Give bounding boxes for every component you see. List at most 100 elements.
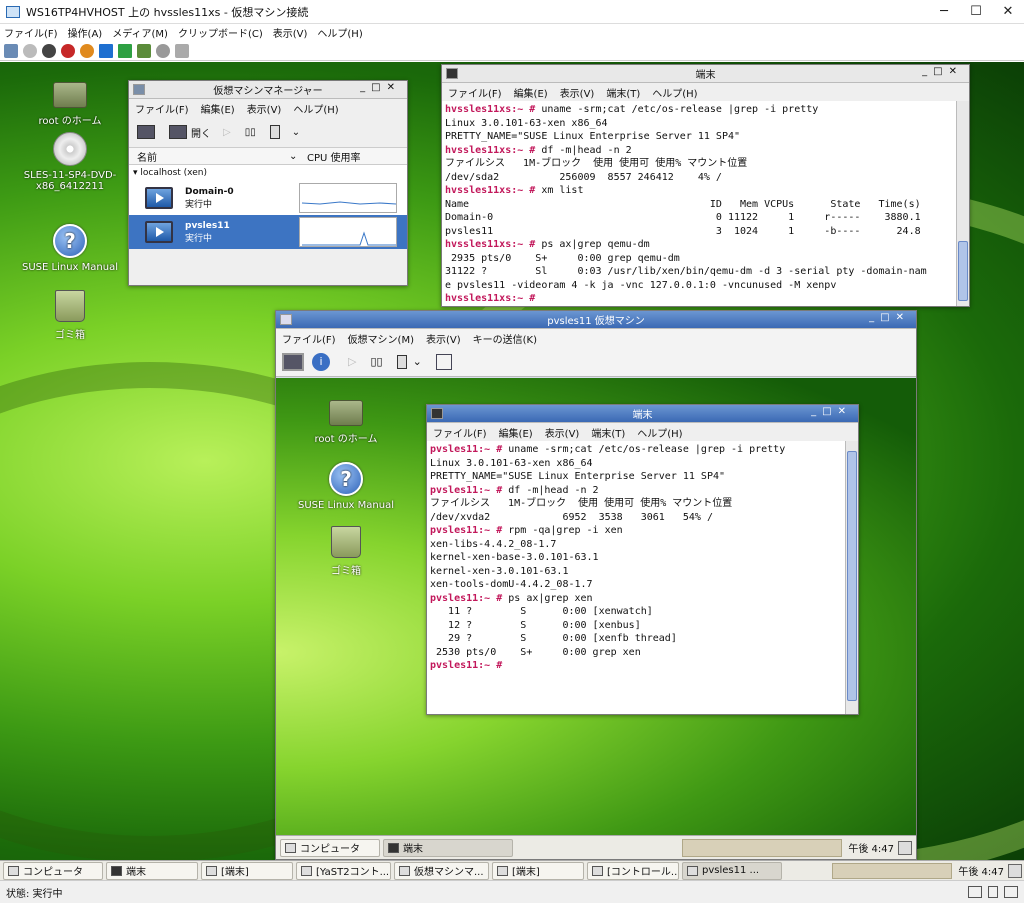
desktop-icon-manual[interactable]: ? SUSE Linux Manual [20, 224, 120, 273]
clock[interactable]: 午後 4:47 [958, 863, 1004, 878]
task-terminal-2[interactable]: [端末] [201, 861, 293, 880]
task-pvsles11[interactable]: pvsles11 ... [682, 861, 782, 880]
window-controls[interactable]: _□✕ [811, 406, 852, 417]
menu-file[interactable]: ファイル(F) [433, 425, 487, 440]
show-desktop-icon[interactable] [898, 840, 912, 855]
maximize-button[interactable]: ☐ [960, 4, 992, 19]
desktop-icon-home[interactable]: root のホーム [296, 400, 396, 445]
task-computer[interactable]: コンピュータ [280, 838, 380, 857]
desktop-icon-home[interactable]: root のホーム [20, 82, 120, 127]
fullscreen-icon[interactable] [435, 353, 452, 370]
chevron-down-icon[interactable]: ⌄ [289, 151, 297, 162]
guest-desktop[interactable]: root のホーム SLES-11-SP4-DVD-x86_6412211 ? S… [0, 62, 1024, 860]
power-icon[interactable] [269, 125, 280, 139]
host-terminal-window[interactable]: 端末 _□✕ ファイル(F) 編集(E) 表示(V) 端末(T) ヘルプ(H) … [441, 64, 970, 307]
column-cpu[interactable]: CPU 使用率 [297, 149, 361, 164]
info-icon[interactable]: i [312, 352, 330, 371]
checkpoint-icon[interactable] [137, 43, 151, 58]
vmm-titlebar[interactable]: 仮想マシンマネージャー _□✕ [129, 81, 407, 99]
vm-viewer-titlebar[interactable]: pvsles11 仮想マシン _□✕ [276, 311, 916, 329]
task-terminal-3[interactable]: [端末] [492, 861, 584, 880]
menu-edit[interactable]: 編集(E) [201, 101, 235, 116]
desktop-icon-dvd[interactable]: SLES-11-SP4-DVD-x86_6412211 [20, 132, 120, 192]
menu-help[interactable]: ヘルプ(H) [652, 85, 697, 100]
tray-icons[interactable] [832, 862, 953, 879]
vm-row-domain0[interactable]: Domain-0 実行中 [129, 181, 407, 215]
enhanced-session-icon[interactable] [175, 43, 189, 58]
monitor-icon[interactable] [169, 125, 187, 139]
ctrl-alt-del-icon[interactable] [4, 43, 18, 58]
clock[interactable]: 午後 4:47 [848, 840, 894, 855]
pause-icon[interactable]: ▯▯ [245, 127, 256, 138]
menu-view[interactable]: 表示(V) [426, 331, 461, 346]
minimize-button[interactable]: ─ [928, 4, 960, 19]
vm-screen[interactable]: root のホーム ? SUSE Linux Manual ゴミ箱 端末 _□✕ … [276, 378, 916, 835]
menu-edit[interactable]: 編集(E) [514, 85, 548, 100]
shutdown-icon[interactable] [61, 43, 75, 58]
menu-file[interactable]: ファイル(F) [4, 25, 58, 40]
menu-view[interactable]: 表示(V) [247, 101, 282, 116]
close-button[interactable]: ✕ [992, 4, 1024, 19]
vm-row-pvsles11[interactable]: pvsles11 実行中 [129, 215, 407, 249]
vmm-window[interactable]: 仮想マシンマネージャー _□✕ ファイル(F) 編集(E) 表示(V) ヘルプ(… [128, 80, 408, 286]
window-controls[interactable]: _□✕ [360, 82, 401, 93]
task-vmm[interactable]: 仮想マシンマ... [394, 861, 489, 880]
tray-icons[interactable] [682, 838, 843, 857]
resume-icon[interactable] [118, 43, 132, 58]
chevron-down-icon[interactable]: ⌄ [292, 127, 300, 138]
new-vm-icon[interactable] [137, 125, 155, 139]
menu-action[interactable]: 操作(A) [68, 25, 103, 40]
console-icon[interactable] [282, 352, 304, 371]
window-controls[interactable]: _□✕ [922, 66, 963, 77]
desktop-icon-manual[interactable]: ? SUSE Linux Manual [296, 462, 396, 511]
task-yast[interactable]: [YaST2コント... [296, 861, 391, 880]
menu-terminal[interactable]: 端末(T) [606, 85, 640, 100]
show-desktop-icon[interactable] [1008, 863, 1022, 878]
desktop-icon-trash[interactable]: ゴミ箱 [20, 290, 120, 341]
turn-off-icon[interactable] [42, 43, 56, 58]
chevron-down-icon[interactable]: ⌄ [413, 355, 422, 368]
vm-viewer-window[interactable]: pvsles11 仮想マシン _□✕ ファイル(F) 仮想マシン(M) 表示(V… [275, 310, 917, 860]
pause-icon[interactable] [99, 43, 113, 58]
host-row[interactable]: ▾ localhost (xen) [129, 165, 407, 181]
menu-clipboard[interactable]: クリップボード(C) [178, 25, 263, 40]
menu-media[interactable]: メディア(M) [112, 25, 168, 40]
menu-help[interactable]: ヘルプ(H) [293, 101, 338, 116]
scrollbar-thumb[interactable] [847, 451, 857, 701]
scrollbar-thumb[interactable] [958, 241, 968, 301]
terminal-output[interactable]: hvssles11xs:~ # uname -srm;cat /etc/os-r… [442, 101, 956, 306]
pause-icon[interactable]: ▯▯ [370, 355, 382, 368]
menu-file[interactable]: ファイル(F) [282, 331, 336, 346]
menu-view[interactable]: 表示(V) [273, 25, 308, 40]
save-icon[interactable] [80, 43, 94, 58]
task-computer[interactable]: コンピュータ [3, 861, 103, 880]
menu-help[interactable]: ヘルプ(H) [637, 425, 682, 440]
desktop-icon-trash[interactable]: ゴミ箱 [296, 526, 396, 577]
start-icon[interactable] [23, 43, 37, 58]
menu-file[interactable]: ファイル(F) [448, 85, 502, 100]
guest-terminal-window[interactable]: 端末 _□✕ ファイル(F) 編集(E) 表示(V) 端末(T) ヘルプ(H) … [426, 404, 859, 715]
run-icon[interactable]: ▷ [223, 127, 231, 138]
menu-view[interactable]: 表示(V) [560, 85, 595, 100]
terminal-output[interactable]: pvsles11:~ # uname -srm;cat /etc/os-rele… [427, 441, 845, 714]
window-controls[interactable]: _□✕ [869, 312, 910, 323]
scrollbar[interactable] [845, 441, 858, 714]
menu-view[interactable]: 表示(V) [545, 425, 580, 440]
menu-terminal[interactable]: 端末(T) [591, 425, 625, 440]
terminal-titlebar[interactable]: 端末 _□✕ [442, 65, 969, 83]
task-control[interactable]: [コントロール... [587, 861, 679, 880]
menu-edit[interactable]: 編集(E) [499, 425, 533, 440]
run-icon[interactable]: ▷ [348, 355, 356, 368]
menu-help[interactable]: ヘルプ(H) [317, 25, 362, 40]
menu-send-key[interactable]: キーの送信(K) [473, 331, 537, 346]
open-button[interactable]: 開く [191, 125, 211, 140]
menu-vm[interactable]: 仮想マシン(M) [348, 331, 414, 346]
column-name[interactable]: 名前 [129, 149, 289, 164]
task-terminal[interactable]: 端末 [383, 838, 513, 857]
power-icon[interactable] [396, 354, 407, 369]
task-terminal[interactable]: 端末 [106, 861, 198, 880]
revert-icon[interactable] [156, 43, 170, 58]
terminal-titlebar[interactable]: 端末 _□✕ [427, 405, 858, 423]
menu-file[interactable]: ファイル(F) [135, 101, 189, 116]
scrollbar[interactable] [956, 101, 969, 306]
